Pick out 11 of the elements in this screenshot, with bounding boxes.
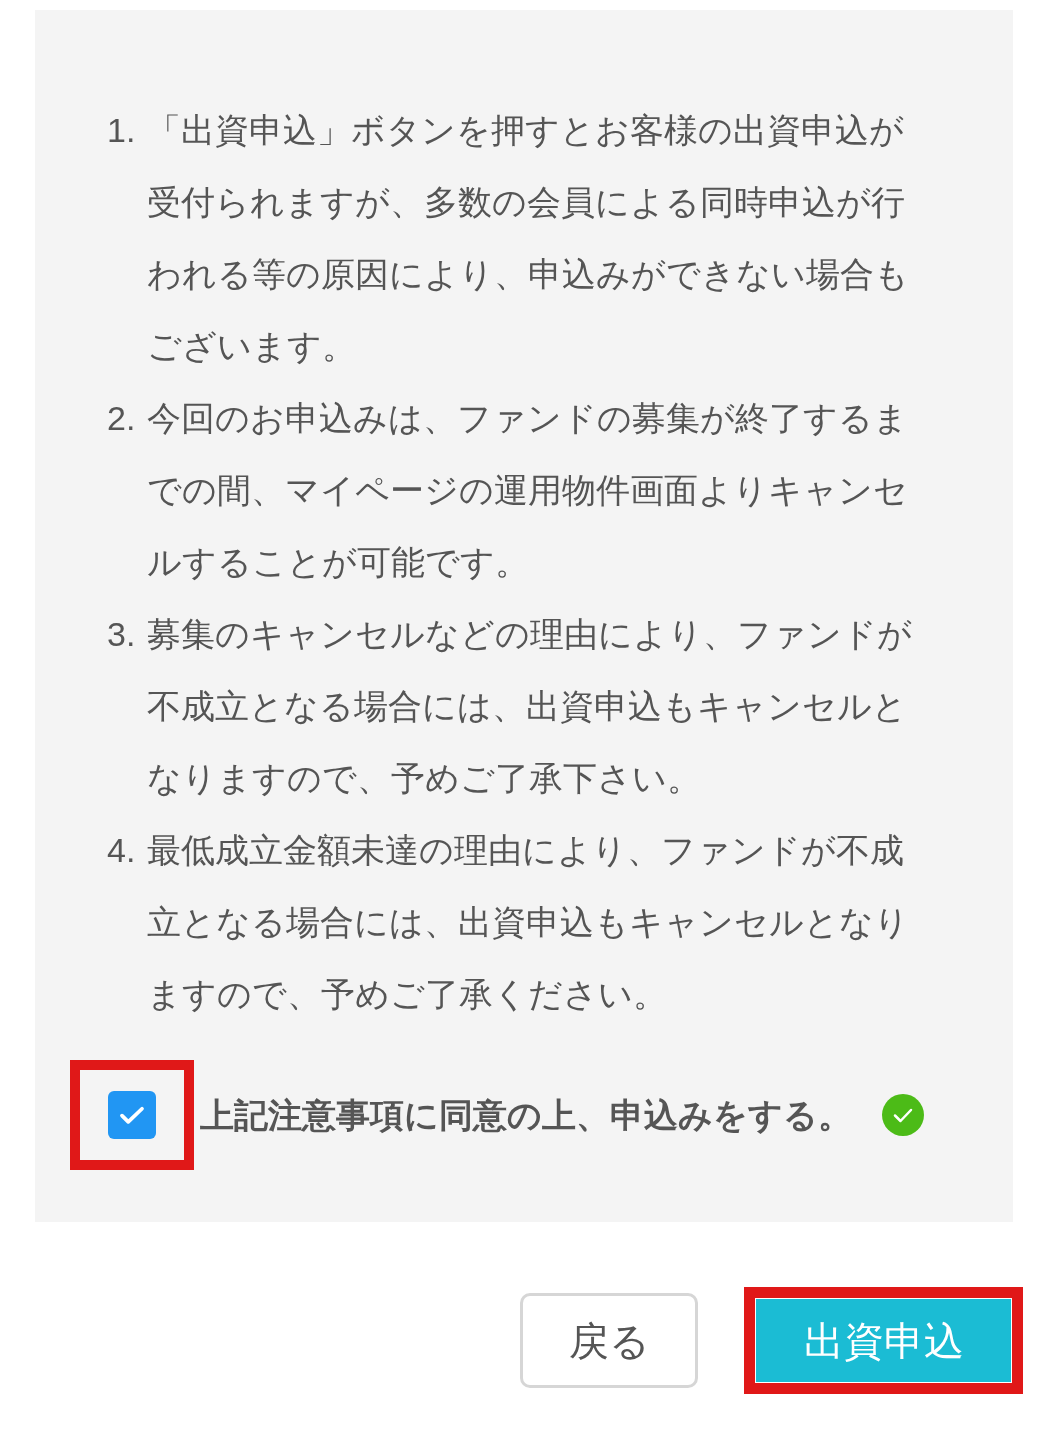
notice-text: 今回のお申込みは、ファンドの募集が終了するまでの間、マイページの運用物件画面よりキャンセルすることが可能です。 [147, 398, 909, 583]
notice-text: 「出資申込」ボタンを押すとお客様の出資申込が受付られますが、多数の会員による同時申込が行われる等の原因により、申込みができない場合もございます。 [147, 110, 910, 367]
notice-text: 最低成立金額未達の理由により、ファンドが不成立となる場合には、出資申込もキャンセルとなりますので、予めご了承ください。 [147, 830, 910, 1015]
checkbox[interactable] [108, 1091, 156, 1139]
agreement-label[interactable]: 上記注意事項に同意の上、申込みをする。 [200, 1089, 852, 1141]
back-button[interactable]: 戻る [520, 1293, 698, 1388]
list-number: 4. [107, 830, 137, 871]
list-number: 3. [107, 614, 137, 655]
list-number: 1. [107, 110, 137, 151]
list-number: 2. [107, 398, 137, 439]
notice-text: 募集のキャンセルなどの理由により、ファンドが不成立となる場合には、出資申込もキャンセルとなりますので、予めご了承下さい。 [147, 614, 913, 799]
